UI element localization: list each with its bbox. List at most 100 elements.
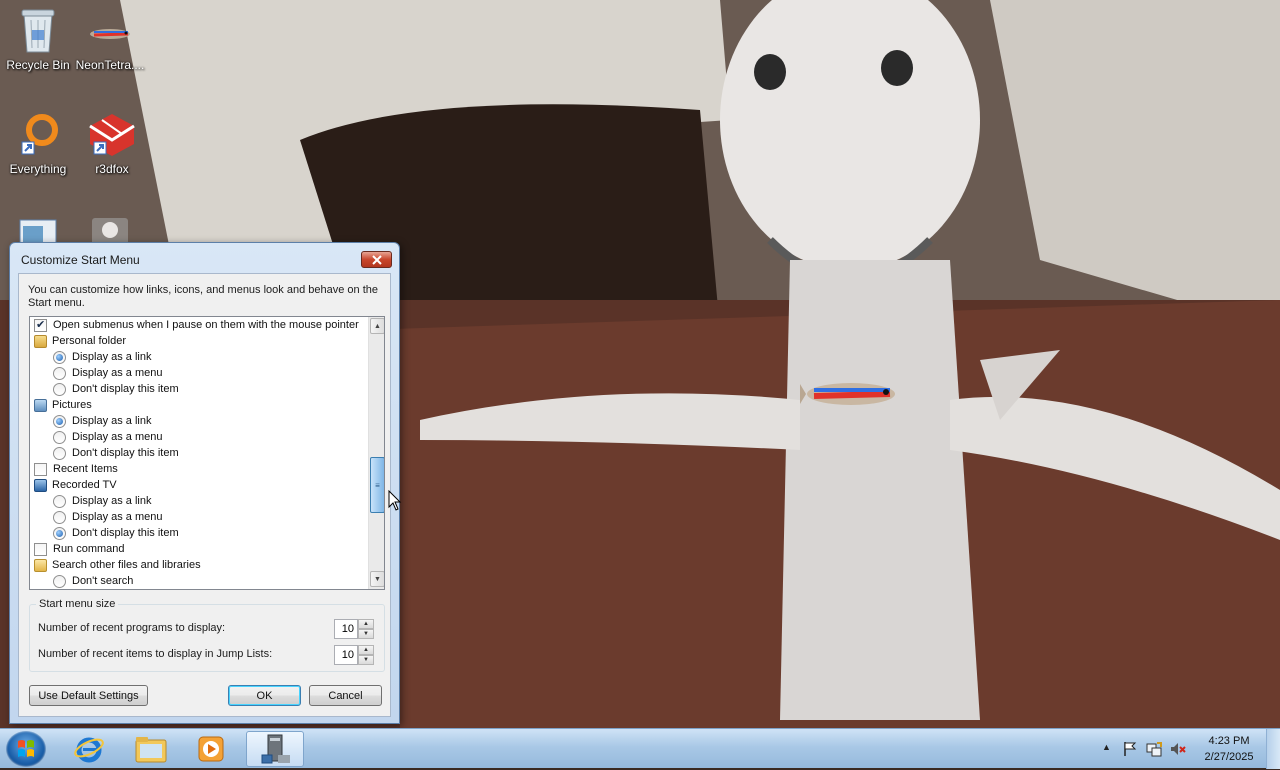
radio-button[interactable] bbox=[53, 526, 66, 540]
category-recorded-tv: Recorded TV bbox=[34, 477, 117, 493]
r3dfox-browser-icon bbox=[89, 114, 135, 156]
option-label: Recent Items bbox=[53, 463, 118, 475]
category-search-files: Search other files and libraries bbox=[34, 557, 201, 573]
option-label: Display as a menu bbox=[72, 431, 163, 443]
radio-button[interactable] bbox=[53, 414, 66, 428]
option-tv-menu[interactable]: Display as a menu bbox=[53, 509, 163, 525]
radio-button[interactable] bbox=[53, 494, 66, 508]
option-pictures-link[interactable]: Display as a link bbox=[53, 413, 151, 429]
scroll-thumb[interactable]: ≡ bbox=[370, 457, 384, 513]
option-label: Display as a link bbox=[72, 351, 152, 363]
system-clock[interactable]: 4:23 PM 2/27/2025 bbox=[1196, 733, 1262, 765]
category-pictures: Pictures bbox=[34, 397, 92, 413]
photo-app-icon bbox=[92, 218, 128, 242]
media-player-icon bbox=[198, 736, 224, 762]
option-personal-menu[interactable]: Display as a menu bbox=[53, 365, 163, 381]
option-label: Display as a link bbox=[72, 495, 152, 507]
option-pictures-menu[interactable]: Display as a menu bbox=[53, 429, 163, 445]
radio-button[interactable] bbox=[53, 382, 66, 396]
personal-folder-icon bbox=[34, 334, 47, 348]
everything-search-icon bbox=[21, 114, 58, 155]
pictures-icon bbox=[34, 398, 47, 412]
mouse-cursor-icon bbox=[388, 490, 402, 511]
windows-explorer-icon bbox=[135, 737, 167, 763]
options-list[interactable]: Open submenus when I pause on them with … bbox=[29, 316, 385, 590]
option-label: Open submenus when I pause on them with … bbox=[53, 319, 359, 331]
option-label: Don't display this item bbox=[72, 383, 179, 395]
option-personal-link[interactable]: Display as a link bbox=[53, 349, 151, 365]
recent-programs-input[interactable]: 10 bbox=[334, 619, 358, 639]
desktop-icon-r3dfox[interactable]: r3dfox bbox=[74, 110, 150, 176]
jump-list-row: Number of recent items to display in Jum… bbox=[38, 645, 378, 665]
radio-button[interactable] bbox=[53, 350, 66, 364]
option-label: Display as a menu bbox=[72, 511, 163, 523]
category-label: Personal folder bbox=[52, 335, 126, 347]
option-run-command[interactable]: Run command bbox=[34, 541, 125, 557]
group-legend: Start menu size bbox=[36, 598, 119, 610]
scroll-down-button[interactable]: ▼ bbox=[370, 571, 384, 587]
action-center-flag-icon[interactable] bbox=[1122, 741, 1138, 757]
spin-down-button[interactable]: ▼ bbox=[358, 629, 374, 639]
option-tv-hide[interactable]: Don't display this item bbox=[53, 525, 179, 541]
radio-button[interactable] bbox=[53, 446, 66, 460]
jump-list-input[interactable]: 10 bbox=[334, 645, 358, 665]
scroll-up-button[interactable]: ▲ bbox=[370, 318, 384, 334]
taskbar-windows-explorer[interactable] bbox=[122, 731, 180, 767]
close-button[interactable] bbox=[361, 251, 392, 268]
ok-button[interactable]: OK bbox=[228, 685, 301, 706]
desktop-icon-partial-1[interactable] bbox=[0, 216, 76, 242]
radio-button[interactable] bbox=[53, 574, 66, 588]
taskbar-media-player[interactable] bbox=[182, 731, 240, 767]
network-icon[interactable] bbox=[1146, 741, 1162, 757]
option-pictures-hide[interactable]: Don't display this item bbox=[53, 445, 179, 461]
option-label: Don't search bbox=[72, 575, 134, 587]
radio-button[interactable] bbox=[53, 510, 66, 524]
use-default-settings-button[interactable]: Use Default Settings bbox=[29, 685, 148, 706]
checkbox[interactable] bbox=[34, 542, 47, 556]
dialog-description: You can customize how links, icons, and … bbox=[28, 284, 378, 309]
show-desktop-button[interactable] bbox=[1266, 729, 1280, 769]
option-dont-search[interactable]: Don't search bbox=[53, 573, 133, 589]
options-scrollbar[interactable]: ▲ ≡ ▼ bbox=[368, 317, 384, 589]
option-open-submenus[interactable]: Open submenus when I pause on them with … bbox=[34, 317, 359, 333]
cancel-button[interactable]: Cancel bbox=[309, 685, 382, 706]
close-icon bbox=[371, 254, 382, 265]
show-hidden-icons-button[interactable]: ▲ bbox=[1102, 742, 1118, 758]
option-personal-hide[interactable]: Don't display this item bbox=[53, 381, 179, 397]
start-menu-size-group: Start menu size Number of recent program… bbox=[29, 598, 385, 672]
option-recent-items[interactable]: Recent Items bbox=[34, 461, 118, 477]
clock-date: 2/27/2025 bbox=[1204, 751, 1254, 763]
spin-up-button[interactable]: ▲ bbox=[358, 619, 374, 629]
recent-programs-label: Number of recent programs to display: bbox=[38, 622, 226, 634]
taskbar-internet-explorer[interactable] bbox=[60, 731, 118, 767]
desktop-icon-neon-tetra[interactable]: NeonTetra.... bbox=[72, 6, 148, 72]
recent-programs-row: Number of recent programs to display: 10… bbox=[38, 619, 378, 639]
category-personal-folder: Personal folder bbox=[34, 333, 126, 349]
internet-explorer-icon bbox=[74, 737, 104, 763]
radio-button[interactable] bbox=[53, 366, 66, 380]
recorded-tv-icon bbox=[34, 478, 47, 492]
desktop-icon-everything[interactable]: Everything bbox=[0, 110, 76, 176]
option-label: Don't display this item bbox=[72, 447, 179, 459]
option-label: Run command bbox=[53, 543, 125, 555]
control-panel-icon bbox=[261, 734, 290, 764]
customize-start-menu-dialog: Customize Start Menu You can customize h… bbox=[9, 242, 400, 724]
option-label: Don't display this item bbox=[72, 527, 179, 539]
clock-time: 4:23 PM bbox=[1208, 735, 1250, 747]
option-label: Display as a menu bbox=[72, 367, 163, 379]
spin-down-button[interactable]: ▼ bbox=[358, 655, 374, 665]
option-tv-link[interactable]: Display as a link bbox=[53, 493, 151, 509]
checkbox[interactable] bbox=[34, 318, 47, 332]
start-button[interactable] bbox=[6, 731, 46, 767]
radio-button[interactable] bbox=[53, 430, 66, 444]
checkbox[interactable] bbox=[34, 462, 47, 476]
volume-muted-icon[interactable] bbox=[1170, 741, 1186, 757]
spin-up-button[interactable]: ▲ bbox=[358, 645, 374, 655]
desktop-icon-recycle-bin[interactable]: Recycle Bin bbox=[0, 6, 76, 72]
taskbar: ▲ 4:23 PM 2/27/2025 bbox=[0, 728, 1280, 769]
desktop-icon-partial-2[interactable] bbox=[72, 216, 148, 242]
taskbar-control-panel[interactable] bbox=[246, 731, 304, 767]
recent-programs-spinner[interactable]: ▲ ▼ bbox=[358, 619, 374, 639]
desktop-icon-label: NeonTetra.... bbox=[75, 58, 145, 72]
jump-list-spinner[interactable]: ▲ ▼ bbox=[358, 645, 374, 665]
